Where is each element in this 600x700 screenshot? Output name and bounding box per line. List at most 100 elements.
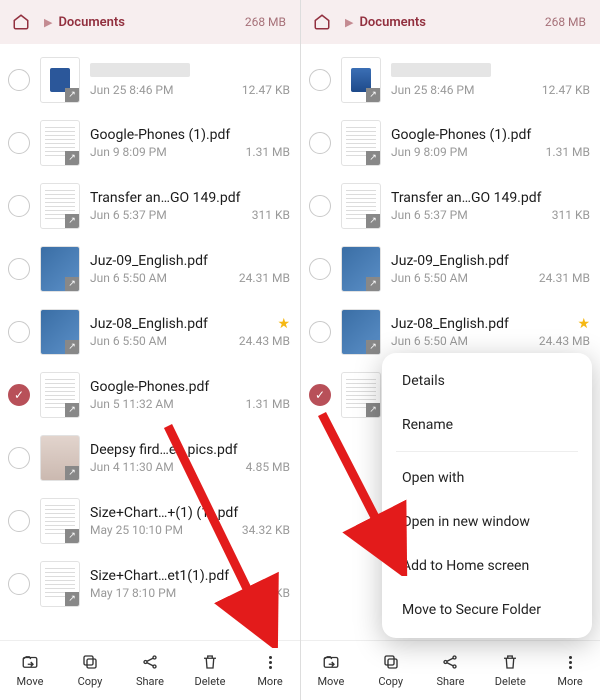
- copy-button[interactable]: Copy: [60, 641, 120, 700]
- file-thumbnail: ↗: [40, 246, 80, 292]
- filename-redacted: [90, 63, 190, 77]
- breadcrumb-documents[interactable]: Documents: [359, 15, 425, 30]
- file-row[interactable]: ↗ Google-Phones (1).pdf Jun 9 8:09 PM 1.…: [0, 111, 300, 174]
- select-circle[interactable]: ✓: [8, 384, 30, 406]
- bottom-toolbar: Move Copy Share Delete More: [301, 640, 600, 700]
- file-row[interactable]: ↗ Jun 25 8:46 PM 12.47 KB: [0, 48, 300, 111]
- folder-size: 268 MB: [245, 15, 286, 29]
- breadcrumb-bar: ▶ Documents 268 MB: [0, 0, 300, 44]
- home-button[interactable]: [311, 11, 333, 33]
- breadcrumb-documents[interactable]: Documents: [58, 15, 124, 30]
- more-button[interactable]: More: [240, 641, 300, 700]
- select-circle[interactable]: ✓: [309, 384, 331, 406]
- menu-add-home[interactable]: Add to Home screen: [382, 544, 592, 588]
- file-row[interactable]: ↗ Size+Chart…et1(1).pdf May 17 8:10 PM 3…: [0, 552, 300, 615]
- file-row[interactable]: ↗ Juz-09_English.pdf Jun 6 5:50 AM 24.31…: [301, 237, 600, 300]
- file-name: Size+Chart…+(1) (1).pdf: [90, 505, 290, 521]
- file-list: ↗ Jun 25 8:46 PM 12.47 KB ↗ Google-Phone…: [0, 44, 300, 640]
- select-circle[interactable]: [309, 321, 331, 343]
- select-circle[interactable]: [8, 258, 30, 280]
- expand-icon: ↗: [65, 277, 79, 291]
- menu-open-with[interactable]: Open with: [382, 456, 592, 500]
- select-circle[interactable]: [8, 510, 30, 532]
- check-icon: ✓: [315, 388, 325, 402]
- select-circle[interactable]: [309, 132, 331, 154]
- select-circle[interactable]: [8, 447, 30, 469]
- expand-icon: ↗: [366, 340, 380, 354]
- file-row[interactable]: ↗ Deepsy fird…en pics.pdf Jun 4 11:30 AM…: [0, 426, 300, 489]
- file-thumbnail: ↗: [40, 372, 80, 418]
- select-circle[interactable]: [309, 69, 331, 91]
- menu-open-new-window[interactable]: Open in new window: [382, 500, 592, 544]
- file-name: Transfer an…GO 149.pdf: [90, 190, 290, 206]
- file-size: 24.31 MB: [539, 271, 590, 285]
- delete-button[interactable]: Delete: [180, 641, 240, 700]
- share-button[interactable]: Share: [120, 641, 180, 700]
- expand-icon: ↗: [65, 214, 79, 228]
- filename-redacted: [391, 63, 491, 77]
- file-name: Juz-08_English.pdf: [391, 316, 573, 332]
- file-row[interactable]: ↗ Google-Phones (1).pdf Jun 9 8:09 PM 1.…: [301, 111, 600, 174]
- expand-icon: ↗: [65, 88, 79, 102]
- more-label: More: [257, 675, 282, 688]
- file-name: Juz-09_English.pdf: [391, 253, 590, 269]
- file-meta: Size+Chart…+(1) (1).pdf May 25 10:10 PM …: [90, 505, 290, 537]
- file-date: Jun 5 11:32 AM: [90, 397, 174, 411]
- delete-button[interactable]: Delete: [480, 641, 540, 700]
- expand-icon: ↗: [65, 403, 79, 417]
- move-button[interactable]: Move: [0, 641, 60, 700]
- file-row[interactable]: ↗ Size+Chart…+(1) (1).pdf May 25 10:10 P…: [0, 489, 300, 552]
- breadcrumb-bar: ▶ Documents 268 MB: [301, 0, 600, 44]
- move-button[interactable]: Move: [301, 641, 361, 700]
- file-date: Jun 6 5:50 AM: [391, 334, 468, 348]
- select-circle[interactable]: [8, 132, 30, 154]
- left-pane: ▶ Documents 268 MB ↗ Jun 25 8:46 PM 12.4…: [0, 0, 300, 700]
- file-thumbnail: ↗: [341, 309, 381, 355]
- expand-icon: ↗: [65, 340, 79, 354]
- expand-icon: ↗: [366, 403, 380, 417]
- file-meta: Google-Phones (1).pdf Jun 9 8:09 PM 1.31…: [90, 127, 290, 159]
- file-row[interactable]: ↗ Juz-08_English.pdf★ Jun 6 5:50 AM 24.4…: [0, 300, 300, 363]
- menu-secure-folder[interactable]: Move to Secure Folder: [382, 588, 592, 632]
- file-meta: Jun 25 8:46 PM 12.47 KB: [90, 63, 290, 97]
- word-doc-icon: ↗: [40, 57, 80, 103]
- expand-icon: ↗: [65, 529, 79, 543]
- file-row[interactable]: ✓ ↗ Google-Phones.pdf Jun 5 11:32 AM 1.3…: [0, 363, 300, 426]
- file-row[interactable]: ↗ Jun 25 8:46 PM 12.47 KB: [301, 48, 600, 111]
- file-date: Jun 25 8:46 PM: [90, 83, 173, 97]
- file-name: Google-Phones (1).pdf: [391, 127, 590, 143]
- file-name: Juz-08_English.pdf: [90, 316, 273, 332]
- share-button[interactable]: Share: [421, 641, 481, 700]
- expand-icon: ↗: [366, 151, 380, 165]
- home-button[interactable]: [10, 11, 32, 33]
- file-thumbnail: ↗: [40, 498, 80, 544]
- file-size: 1.31 MB: [246, 397, 290, 411]
- expand-icon: ↗: [366, 277, 380, 291]
- file-size: 34.32 KB: [242, 586, 290, 600]
- select-circle[interactable]: [8, 69, 30, 91]
- select-circle[interactable]: [8, 573, 30, 595]
- select-circle[interactable]: [8, 195, 30, 217]
- file-size: 4.85 MB: [246, 460, 290, 474]
- file-row[interactable]: ↗ Juz-09_English.pdf Jun 6 5:50 AM 24.31…: [0, 237, 300, 300]
- file-thumbnail: ↗: [40, 309, 80, 355]
- select-circle[interactable]: [309, 258, 331, 280]
- select-circle[interactable]: [309, 195, 331, 217]
- file-meta: Juz-09_English.pdf Jun 6 5:50 AM 24.31 M…: [90, 253, 290, 285]
- move-label: Move: [17, 675, 44, 688]
- file-meta: Jun 25 8:46 PM 12.47 KB: [391, 63, 590, 97]
- file-name: Juz-09_English.pdf: [90, 253, 290, 269]
- copy-button[interactable]: Copy: [361, 641, 421, 700]
- file-thumbnail: ↗: [341, 246, 381, 292]
- file-row[interactable]: ↗ Transfer an…GO 149.pdf Jun 6 5:37 PM 3…: [0, 174, 300, 237]
- check-icon: ✓: [14, 388, 24, 402]
- select-circle[interactable]: [8, 321, 30, 343]
- file-row[interactable]: ↗ Transfer an…GO 149.pdf Jun 6 5:37 PM 3…: [301, 174, 600, 237]
- more-button[interactable]: More: [540, 641, 600, 700]
- menu-rename[interactable]: Rename: [382, 403, 592, 447]
- menu-details[interactable]: Details: [382, 359, 592, 403]
- right-pane: ▶ Documents 268 MB ↗ Jun 25 8:46 PM 12.4…: [300, 0, 600, 700]
- star-icon: ★: [577, 316, 590, 332]
- file-size: 1.31 MB: [246, 145, 290, 159]
- file-date: Jun 6 5:37 PM: [90, 208, 167, 222]
